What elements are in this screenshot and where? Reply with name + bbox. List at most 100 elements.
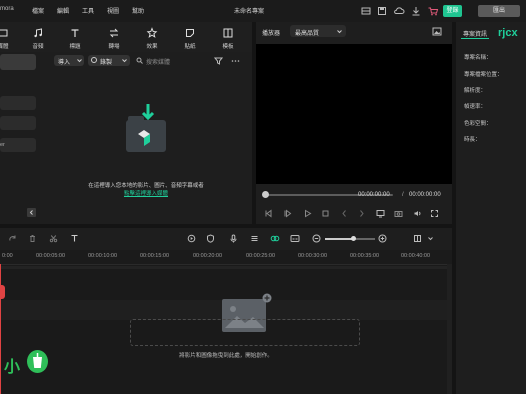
effects-icon <box>146 27 158 38</box>
project-info-panel: 專案資訊 rjcx 專案名稱： 專案檔案位置： 解析度： 幀速率： 色彩空間： … <box>456 22 526 394</box>
record-dropdown[interactable]: 錄製 <box>88 55 130 66</box>
project-info-tab[interactable]: 專案資訊 <box>463 29 487 38</box>
scrub-handle[interactable] <box>262 191 269 198</box>
chevron-left-icon <box>29 210 33 215</box>
mark-in-icon[interactable] <box>340 209 349 218</box>
ruler-label: 00:00:05:00 <box>36 253 66 259</box>
shield-icon[interactable] <box>206 234 215 243</box>
zoom-slider-handle[interactable] <box>351 236 356 241</box>
save-icon[interactable] <box>376 5 388 17</box>
redo-icon[interactable] <box>8 234 17 243</box>
tab-templates[interactable]: 模板 <box>213 25 243 51</box>
ai-tool-icon[interactable] <box>270 234 280 243</box>
duration-label: 時長： <box>464 137 481 143</box>
chevron-down-icon[interactable] <box>427 235 434 242</box>
tab-effects[interactable]: 效果 <box>137 25 167 51</box>
list-icon[interactable] <box>250 234 259 243</box>
delete-icon[interactable] <box>28 234 37 243</box>
media-sidebar: er <box>0 52 40 224</box>
tab-transitions[interactable]: 轉場 <box>99 25 129 51</box>
mark-out-icon[interactable] <box>357 209 366 218</box>
tab-audio[interactable]: 音頻 <box>23 25 53 51</box>
drop-hint-text: 將影片和圖像拖曳到此處，開始創作。 <box>179 353 273 359</box>
project-title: 未命名專案 <box>234 9 265 15</box>
ruler-label: 0:00 <box>2 253 13 259</box>
cloud-icon[interactable] <box>393 5 405 17</box>
sidebar-item-2[interactable] <box>0 116 36 130</box>
scissors-icon[interactable] <box>49 234 58 243</box>
ruler-label: 00:00:40:00 <box>401 253 431 259</box>
tab-titles[interactable]: 標題 <box>60 25 90 51</box>
import-folder-icon[interactable] <box>122 102 172 158</box>
layout-icon[interactable] <box>360 5 372 17</box>
media-library: 導入 錄製 搜索媒體 在這裡導入您本地的影片、圖片、音頻字幕或者 點擊這裡導入媒… <box>40 52 252 224</box>
zoom-in-icon[interactable] <box>378 234 387 243</box>
menu-edit[interactable]: 編輯 <box>57 6 69 15</box>
play-reverse-icon[interactable] <box>283 209 292 218</box>
stop-icon[interactable] <box>321 209 330 218</box>
menu-tools[interactable]: 工具 <box>82 6 94 15</box>
sidebar-item-1[interactable] <box>0 96 36 110</box>
transition-icon <box>109 28 119 38</box>
previous-frame-icon[interactable] <box>264 209 273 218</box>
play-icon[interactable] <box>303 209 312 218</box>
login-button[interactable]: 登錄 <box>443 5 462 17</box>
fullscreen-icon[interactable] <box>430 209 439 218</box>
timeline-scrollbar[interactable] <box>447 264 452 394</box>
volume-icon[interactable] <box>413 209 422 218</box>
camera-icon[interactable] <box>394 209 403 218</box>
timeline-area: 0:00 00:00:05:00 00:00:10:00 00:00:15:00… <box>0 250 452 394</box>
subtitle-icon[interactable] <box>290 234 300 243</box>
menu-view[interactable]: 視圖 <box>107 6 119 15</box>
watermark-char: 小 <box>4 359 21 376</box>
ruler-label: 00:00:15:00 <box>140 253 170 259</box>
ruler-label: 00:00:35:00 <box>350 253 380 259</box>
more-options-icon[interactable] <box>231 57 240 65</box>
total-time: 00:00:00:00 <box>409 192 441 198</box>
collapse-sidebar-button[interactable] <box>27 208 36 217</box>
template-icon <box>223 28 233 38</box>
import-media-link[interactable]: 點擊這裡導入媒體 <box>40 189 252 197</box>
download-icon[interactable] <box>410 5 422 17</box>
ruler-label: 00:00:30:00 <box>298 253 328 259</box>
text-tool-icon[interactable] <box>70 234 80 243</box>
playback-controls <box>256 207 452 221</box>
app-name: mora <box>0 6 14 12</box>
video-preview[interactable] <box>256 44 452 184</box>
menu-file[interactable]: 檔案 <box>32 6 44 15</box>
player-tab[interactable]: 播放器 <box>262 28 280 37</box>
search-box[interactable]: 搜索媒體 <box>136 55 206 66</box>
export-button[interactable]: 匯出 <box>478 5 520 17</box>
resolution-label: 解析度： <box>464 88 487 94</box>
player-panel: 播放器 最高品質 00:00:00:00 / 00:00:00:00 <box>256 22 452 224</box>
quality-dropdown[interactable]: 最高品質 <box>290 25 346 37</box>
sidebar-item-3[interactable]: er <box>0 138 36 152</box>
tab-media[interactable]: 媒體 <box>0 25 18 51</box>
grid-view-icon[interactable] <box>413 234 422 243</box>
media-icon <box>0 29 8 37</box>
tab-stickers[interactable]: 貼紙 <box>175 25 205 51</box>
import-dropdown[interactable]: 導入 <box>54 55 84 66</box>
microphone-icon[interactable] <box>229 234 238 243</box>
menu-help[interactable]: 幫助 <box>132 6 144 15</box>
frame-rate-label: 幀速率： <box>464 104 487 110</box>
sidebar-item-active[interactable] <box>0 54 36 70</box>
display-icon[interactable] <box>376 209 385 218</box>
timeline-toolbar <box>0 228 452 250</box>
snapshot-icon[interactable] <box>432 27 442 36</box>
music-icon <box>34 28 42 38</box>
filter-icon[interactable] <box>214 57 223 65</box>
drop-zone[interactable] <box>130 319 360 346</box>
record-icon <box>91 57 97 63</box>
ruler-ticks <box>0 266 452 269</box>
cart-icon[interactable] <box>427 5 439 17</box>
ruler-label: 00:00:20:00 <box>193 253 223 259</box>
sidebar-item-label: er <box>0 142 5 148</box>
time-ruler[interactable]: 0:00 00:00:05:00 00:00:10:00 00:00:15:00… <box>0 250 452 265</box>
zoom-out-icon[interactable] <box>312 234 321 243</box>
project-location-label: 專案檔案位置： <box>464 72 503 78</box>
render-icon[interactable] <box>187 234 196 243</box>
asset-toolbar: 媒體 音頻 標題 轉場 效果 貼紙 模板 <box>0 22 252 52</box>
chevron-down-icon <box>337 30 342 34</box>
playhead-line[interactable] <box>0 264 1 394</box>
